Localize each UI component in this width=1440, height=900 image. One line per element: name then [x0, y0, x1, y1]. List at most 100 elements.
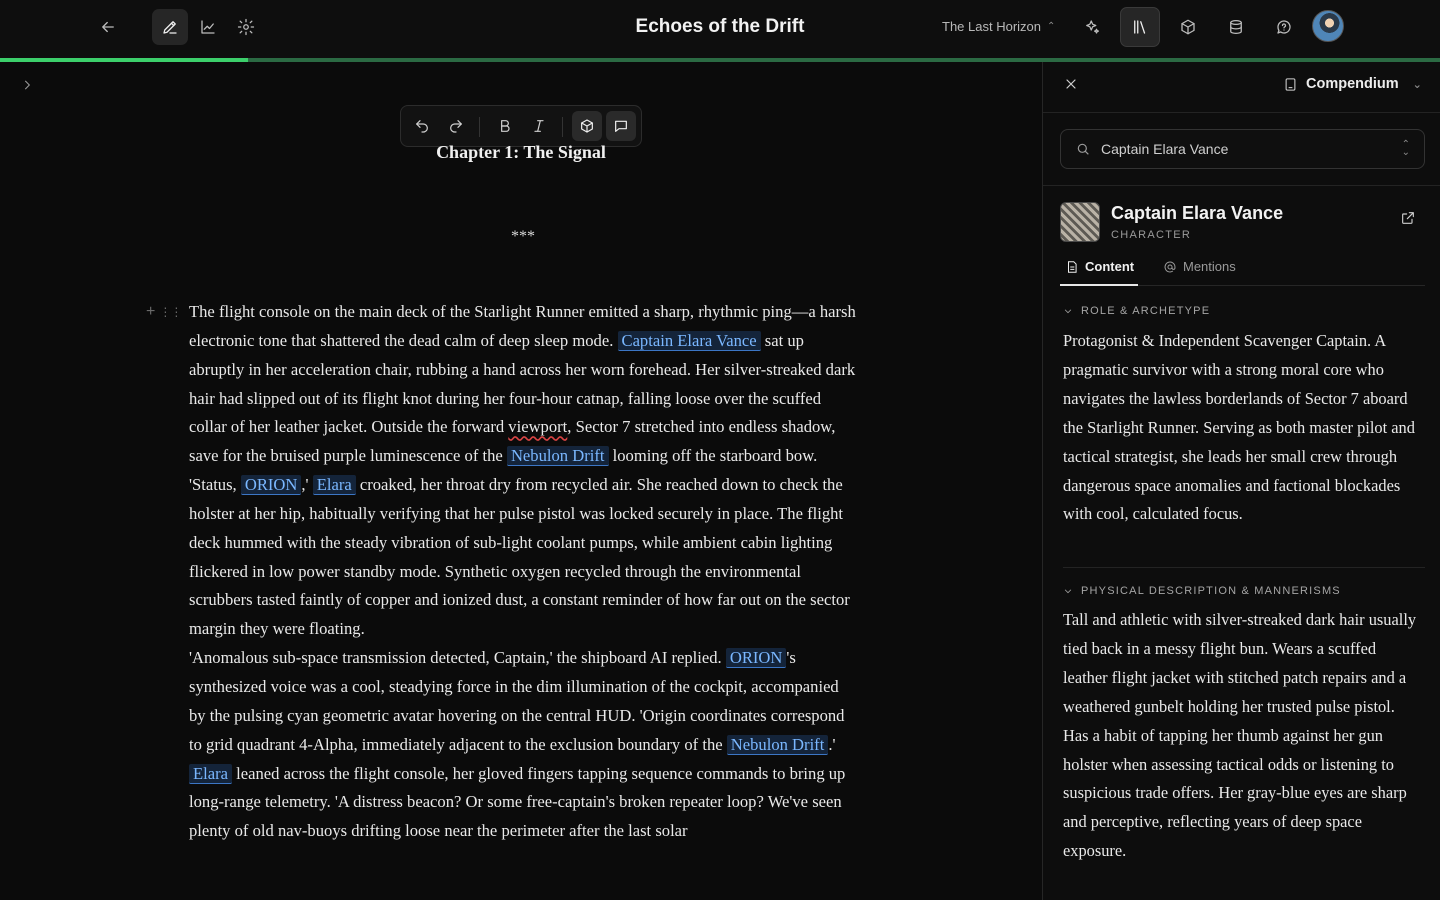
entity-mention[interactable]: Nebulon Drift [726, 734, 829, 755]
pen-icon [163, 21, 177, 34]
close-panel-button[interactable] [1063, 76, 1079, 97]
chevron-updown-icon: ⌃ [1047, 21, 1056, 32]
compendium-panel: Compendium ⌄ ⌃⌄ Captain Elara Vance CHAR… [1042, 62, 1440, 900]
active-tab-indicator [1060, 284, 1138, 286]
chevron-right-icon [24, 80, 31, 90]
compendium-label: Compendium [1306, 76, 1399, 92]
tab-content[interactable]: Content [1065, 259, 1134, 274]
section-toggle-physical[interactable]: PHYSICAL DESCRIPTION & MANNERISMS [1063, 585, 1341, 597]
paragraph[interactable]: 'Status, ORION ,' Elara croaked, her thro… [189, 471, 859, 644]
ai-assist-button[interactable] [1074, 9, 1110, 45]
text-run: .' [828, 734, 836, 754]
section-heading: PHYSICAL DESCRIPTION & MANNERISMS [1081, 585, 1341, 597]
document-title: Echoes of the Drift [635, 16, 805, 37]
chart-line-icon [201, 20, 215, 34]
entity-type-label: CHARACTER [1111, 229, 1192, 241]
tab-mentions[interactable]: Mentions [1163, 259, 1236, 274]
chevron-updown-icon[interactable]: ⌃ ⌄ [1402, 140, 1410, 158]
entities-button[interactable] [1170, 9, 1206, 45]
divider [1043, 185, 1440, 186]
text-run: looming off the starboard bow. [608, 446, 818, 466]
plus-icon[interactable]: + [146, 303, 155, 321]
insert-entity-button[interactable] [572, 111, 602, 141]
redo-button[interactable] [441, 111, 471, 141]
block-handle[interactable]: + ⋮⋮ [146, 303, 182, 321]
structure-button[interactable] [1218, 9, 1254, 45]
expand-sidebar-button[interactable] [20, 78, 34, 97]
user-avatar[interactable] [1312, 10, 1344, 42]
comment-button[interactable] [606, 111, 636, 141]
search-icon [1077, 143, 1089, 155]
drag-handle-icon[interactable]: ⋮⋮ [159, 305, 182, 319]
search-input[interactable] [1101, 141, 1392, 157]
paragraph[interactable]: 'Anomalous sub-space transmission detect… [189, 644, 859, 759]
entity-mention[interactable]: Nebulon Drift [506, 446, 609, 467]
section-toggle-role[interactable]: ROLE & ARCHETYPE [1063, 305, 1210, 317]
section-body[interactable]: Tall and athletic with silver-streaked d… [1063, 606, 1423, 866]
help-chat-icon [1277, 20, 1291, 34]
settings-button[interactable] [228, 9, 264, 45]
toolbar-divider [562, 117, 563, 137]
project-selector[interactable]: The Last Horizon ⌃ [942, 19, 1055, 34]
back-button[interactable] [90, 9, 126, 45]
undo-icon [416, 120, 428, 133]
arrow-left-icon [102, 21, 114, 33]
tab-label: Content [1085, 259, 1135, 274]
chevron-down-icon [1064, 309, 1072, 314]
toolbar-divider [479, 117, 480, 137]
compendium-selector[interactable]: Compendium ⌄ [1283, 76, 1422, 92]
document-icon [1068, 260, 1077, 273]
entity-search[interactable]: ⌃⌄ [1060, 129, 1425, 169]
divider [1043, 112, 1440, 113]
manuscript-text[interactable]: The flight console on the main deck of t… [189, 298, 859, 846]
top-bar: Echoes of the Drift The Last Horizon ⌃ [0, 0, 1440, 58]
entity-portrait [1060, 202, 1100, 242]
stats-button[interactable] [190, 9, 226, 45]
external-link-icon [1402, 212, 1414, 224]
comment-icon [615, 120, 627, 132]
close-icon [1066, 79, 1076, 89]
bold-icon [501, 120, 510, 132]
text-run: ,' [301, 475, 313, 495]
library-icon [1134, 20, 1146, 34]
section-body[interactable]: Protagonist & Independent Scavenger Capt… [1063, 327, 1423, 529]
entity-mention[interactable]: Elara [312, 475, 356, 496]
text-run: 'Status, [189, 475, 241, 495]
chevron-down-icon [1064, 589, 1072, 594]
library-button[interactable] [1120, 7, 1160, 47]
help-button[interactable] [1266, 9, 1302, 45]
divider [1063, 567, 1425, 568]
cube-icon [1181, 19, 1195, 35]
scene-break: *** [511, 228, 535, 245]
text-run: leaned across the flight console, her gl… [189, 763, 846, 841]
entity-mention[interactable]: ORION [240, 475, 302, 496]
entity-tabs: Content Mentions [1060, 252, 1425, 286]
tab-label: Mentions [1183, 259, 1236, 274]
write-mode-button[interactable] [152, 9, 188, 45]
chevron-down-icon: ⌄ [1412, 78, 1422, 91]
entity-mention[interactable]: Elara [189, 763, 233, 784]
paragraph[interactable]: Elara leaned across the flight console, … [189, 760, 859, 847]
section-heading: ROLE & ARCHETYPE [1081, 305, 1211, 317]
spelling-flag[interactable]: viewport [508, 417, 567, 436]
entity-name: Captain Elara Vance [1111, 203, 1284, 223]
sparkles-icon [1086, 20, 1100, 34]
stack-icon [1230, 19, 1242, 35]
text-run: 'Anomalous sub-space transmission detect… [189, 648, 726, 668]
entity-mention[interactable]: Captain Elara Vance [617, 330, 761, 351]
open-entity-button[interactable] [1400, 210, 1416, 231]
paragraph[interactable]: The flight console on the main deck of t… [189, 298, 859, 471]
bold-button[interactable] [490, 111, 520, 141]
book-icon [1285, 77, 1296, 91]
redo-icon [450, 120, 462, 133]
formatting-toolbar [400, 105, 642, 147]
editor-area[interactable]: Chapter 1: The Signal *** + ⋮⋮ The fligh… [0, 62, 1042, 900]
undo-button[interactable] [407, 111, 437, 141]
italic-button[interactable] [524, 111, 554, 141]
entity-mention[interactable]: ORION [725, 648, 787, 669]
at-sign-icon [1164, 261, 1176, 272]
chapter-title[interactable]: Chapter 1: The Signal [300, 142, 742, 163]
gear-icon [237, 18, 255, 36]
project-name: The Last Horizon [942, 19, 1041, 34]
cube-icon [581, 119, 593, 133]
